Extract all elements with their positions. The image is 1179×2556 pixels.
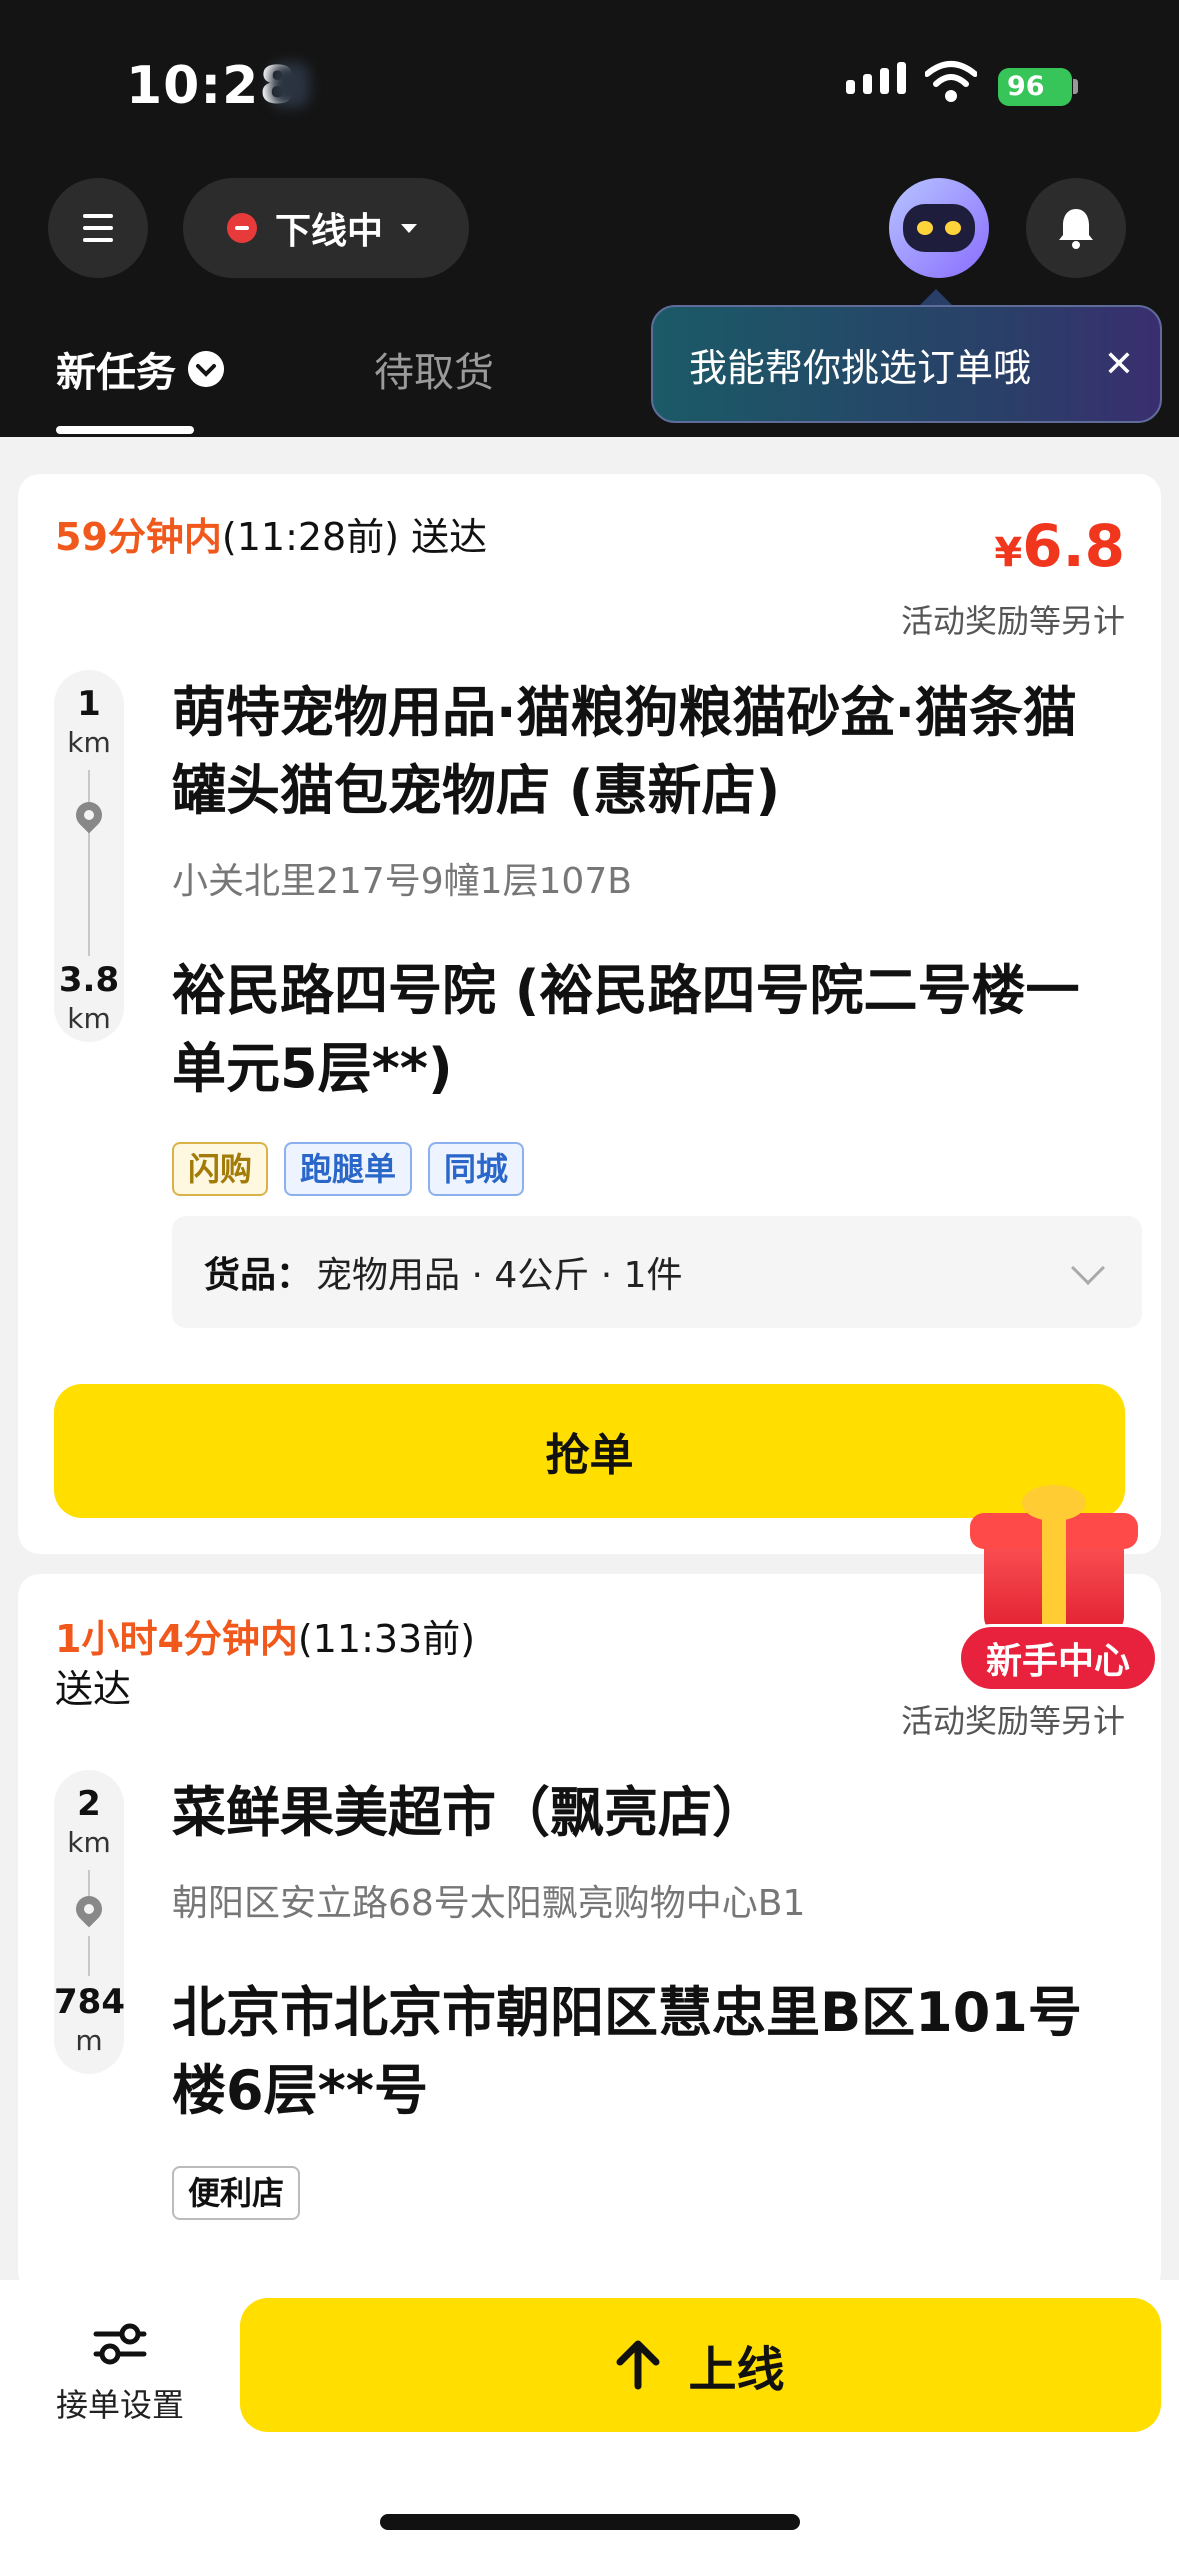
tag-convenience-store: 便利店 [172,2166,301,2220]
bonus-note: 活动奖励等另计 [900,602,1125,640]
robot-eye-left [917,221,933,235]
location-pin-icon [70,796,108,834]
goods-value: 宠物用品 · 4公斤 · 1件 [316,1255,683,1296]
newbie-center-button[interactable]: 新手中心 [958,1624,1158,1692]
tag-flash-purchase: 闪购 [172,1142,269,1196]
deadline-line2: 送达 [55,1667,132,1711]
menu-button[interactable] [48,178,148,278]
go-online-label: 上线 [688,2342,785,2398]
pickup-address: 朝阳区安立路68号太阳飘亮购物中心B1 [172,1883,806,1924]
tab-pending-pickup[interactable]: 待取货 [374,340,494,398]
order-tags: 便利店 [172,2166,301,2220]
battery-indicator: 96 [998,68,1072,106]
notifications-button[interactable] [1026,178,1126,278]
gift-bow [1022,1485,1086,1521]
offline-icon [227,213,257,243]
go-online-button[interactable]: 上线 [240,2298,1161,2432]
pickup-distance-value: 1 [77,684,101,724]
dropoff-distance-value: 3.8 [58,960,120,1000]
battery-tip [1073,79,1078,94]
dropoff-distance-unit: m [75,2024,103,2057]
assistant-robot-button[interactable] [889,178,989,278]
order-card[interactable]: 59分钟内(11:28前) 送达 ¥6.8 活动奖励等另计 1 km 3.8 k… [18,474,1161,1554]
chevron-down-icon [1071,1251,1105,1285]
online-status-label: 下线中 [275,211,384,252]
deadline-highlight: 1小时4分钟内 [55,1617,298,1661]
gift-ribbon [1042,1513,1066,1635]
tab-new-tasks-label: 新任务 [56,350,176,396]
order-price: ¥6.8 [994,512,1125,580]
pickup-name: 菜鲜果美超市（飘亮店） [172,1781,766,1844]
distance-rail: 2 km 784 m [54,1770,125,2074]
close-icon[interactable]: ✕ [1104,347,1134,383]
delivery-deadline: 59分钟内(11:28前) 送达 [55,512,487,562]
dropoff-name: 北京市北京市朝阳区慧忠里B区101号楼6层**号 [172,1981,1082,2122]
pickup-distance-value: 2 [77,1784,101,1824]
dropoff-distance-unit: km [67,1002,111,1035]
bottom-bar: 接单设置 上线 [0,2280,1179,2556]
bell-icon [1059,209,1093,249]
tab-active-indicator [56,426,194,434]
order-tags: 闪购 跑腿单 同城 [172,1142,525,1196]
bonus-note: 活动奖励等另计 [900,1702,1125,1740]
assistant-tooltip-text: 我能帮你挑选订单哦 [689,345,1032,390]
wifi-icon [925,61,977,102]
delivery-deadline: 1小时4分钟内(11:33前) 送达 [55,1614,475,1714]
rail-line [88,1936,90,1976]
rail-line [88,846,90,956]
status-indicator [270,62,310,108]
tag-errand: 跑腿单 [284,1142,413,1196]
chevron-down-icon [401,223,418,233]
robot-icon [903,204,975,252]
pickup-distance-unit: km [67,1826,111,1859]
sliders-icon [93,2323,147,2365]
dropoff-distance-value: 784 [54,1982,125,2022]
goods-summary[interactable]: 货品： 宠物用品 · 4公斤 · 1件 [172,1216,1142,1328]
pickup-address: 小关北里217号9幢1层107B [172,861,632,902]
robot-eye-right [945,221,961,235]
battery-level: 96 [1007,71,1045,102]
arrow-up-icon [616,2340,660,2390]
dropoff-name: 裕民路四号院 (裕民路四号院二号楼一单元5层**) [172,959,1080,1100]
assistant-tooltip[interactable]: 我能帮你挑选订单哦 ✕ [651,305,1162,423]
order-settings-button[interactable]: 接单设置 [50,2320,190,2426]
online-status-toggle[interactable]: 下线中 [183,178,469,278]
price-value: 6.8 [1022,512,1125,580]
price-currency: ¥ [994,530,1023,576]
pickup-distance-unit: km [67,726,111,759]
app-header: 10:28 96 下线中 新任务 待取货 我能帮你挑选订单哦 ✕ [0,0,1179,437]
tag-same-city: 同城 [428,1142,525,1196]
home-indicator [380,2514,800,2530]
deadline-rest: (11:28前) 送达 [221,515,488,559]
distance-rail: 1 km 3.8 km [54,670,124,1042]
check-circle-icon [188,351,224,387]
pickup-name: 萌特宠物用品·猫粮狗粮猫砂盆·猫条猫罐头猫包宠物店 (惠新店) [172,681,1078,822]
order-settings-label: 接单设置 [55,2386,184,2424]
deadline-highlight: 59分钟内 [55,515,222,559]
tab-new-tasks[interactable]: 新任务 [56,340,224,398]
menu-icon [83,214,113,242]
deadline-rest: (11:33前) [297,1617,476,1661]
location-pin-icon [70,1890,108,1928]
goods-label: 货品： [204,1255,313,1296]
cellular-signal-icon [846,62,906,94]
